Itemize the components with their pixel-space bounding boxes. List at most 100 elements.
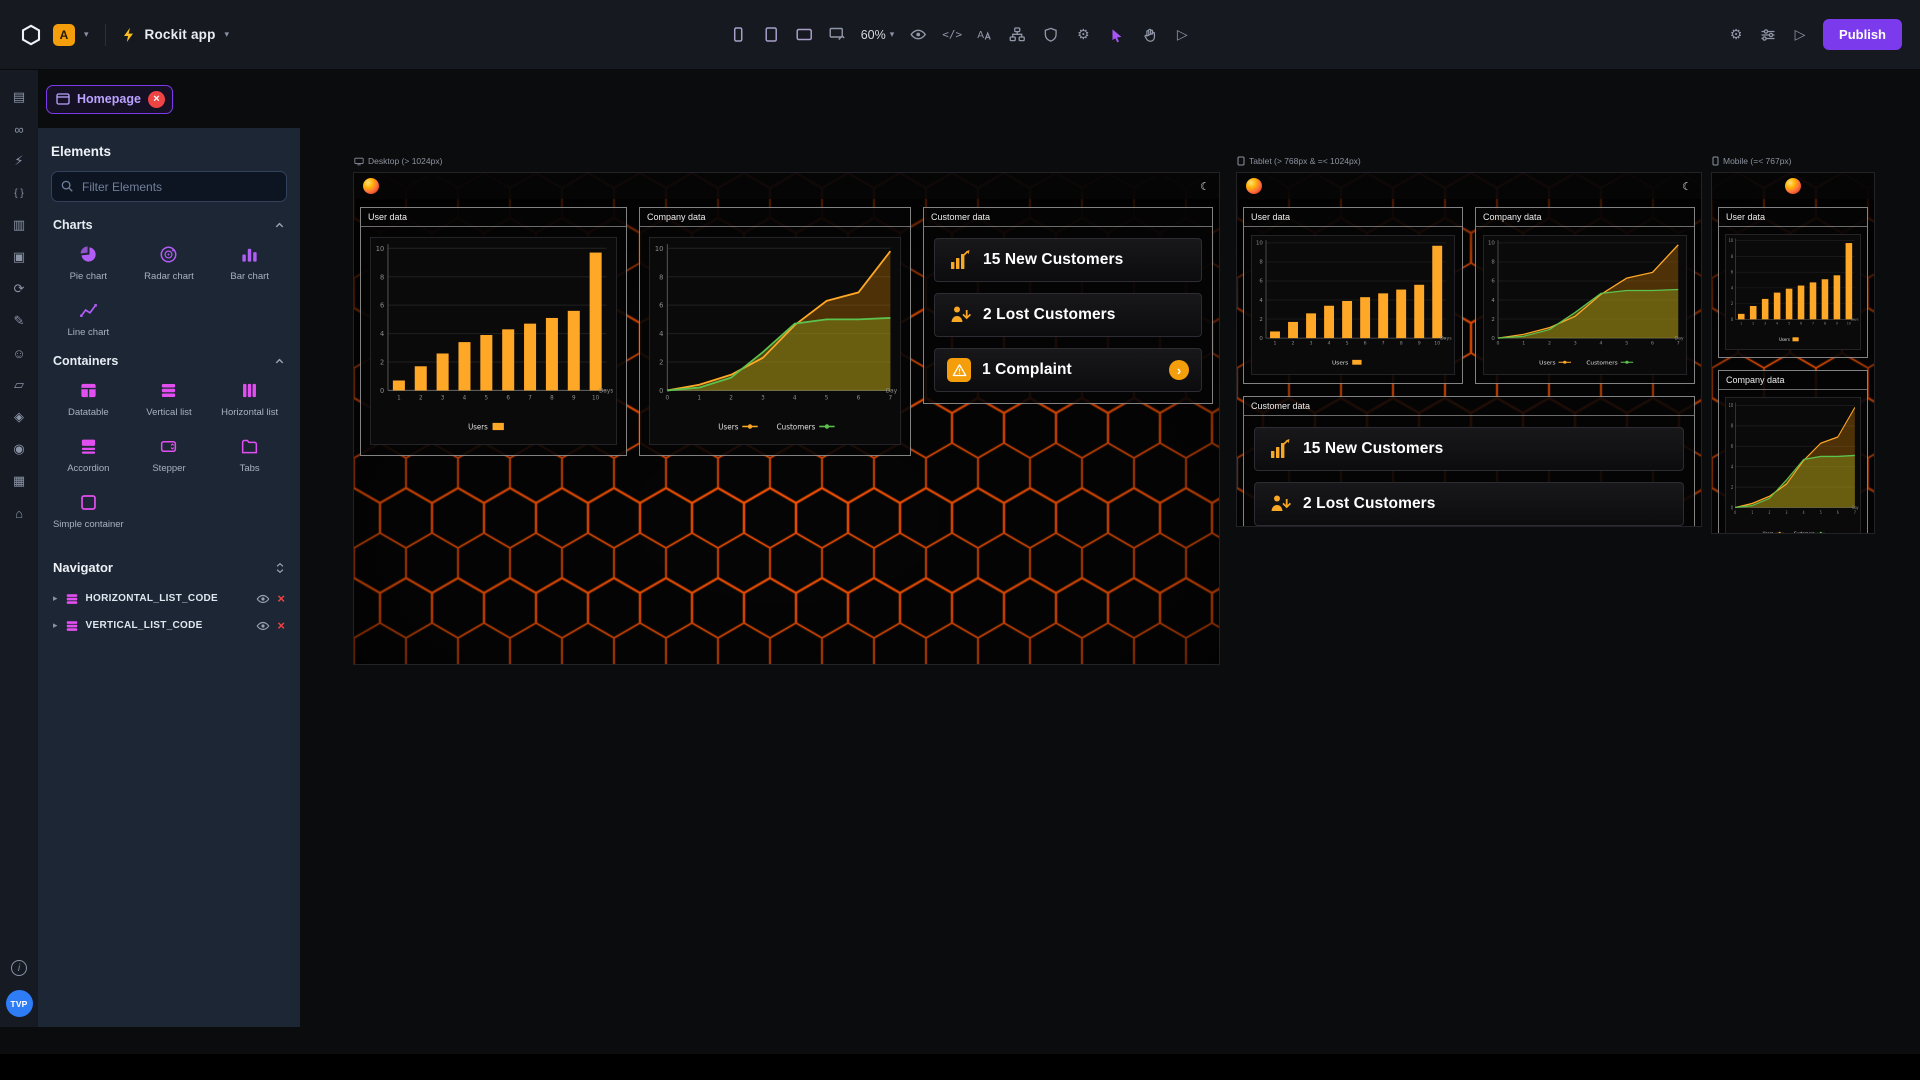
workspace-caret-icon[interactable]: ▾ [84, 30, 89, 39]
desktop-preview-icon[interactable] [795, 26, 813, 44]
svg-text:Users: Users [1779, 337, 1790, 342]
containers-section-header[interactable]: Containers [53, 354, 285, 368]
company-data-panel[interactable]: Company data 0 2 4 6 8 10 0 1 2 3 4 5 6 7Day Users Cust… [1475, 207, 1695, 384]
info-icon[interactable]: i [11, 960, 27, 976]
canvas[interactable]: Desktop (> 1024px) ☾ User data 0 2 4 6 8… [300, 128, 1920, 1054]
breakpoints-icon[interactable] [828, 26, 846, 44]
navigator-item-label: VERTICAL_LIST_CODE [85, 620, 203, 631]
bar-chart-icon [240, 244, 259, 264]
app-name[interactable]: Rockit app [145, 27, 216, 42]
card-arrow-button[interactable]: › [1169, 360, 1189, 380]
sync-icon[interactable]: ⟳ [0, 274, 38, 304]
element-stepper[interactable]: Stepper [132, 436, 207, 474]
files-icon[interactable]: ▱ [0, 370, 38, 400]
expand-chevron-icon[interactable]: ▸ [53, 593, 58, 604]
collections-icon[interactable]: ▥ [0, 210, 38, 240]
company-area-chart[interactable]: 0 2 4 6 8 10 0 1 2 3 4 5 6 7Day Users Customers [1725, 397, 1861, 533]
company-data-panel[interactable]: Company data 0 2 4 6 8 10 0 1 2 3 4 5 6 7Day Users Cust… [639, 207, 911, 456]
svg-text:8: 8 [1491, 260, 1494, 266]
sitemap-icon[interactable] [1008, 26, 1026, 44]
visibility-eye-icon[interactable] [256, 619, 270, 633]
element-tabs[interactable]: Tabs [212, 436, 287, 474]
element-line-chart[interactable]: Line chart [51, 300, 126, 338]
company-area-chart[interactable]: 0 2 4 6 8 10 0 1 2 3 4 5 6 7Day Users Customers [1483, 235, 1687, 375]
app-name-caret-icon[interactable]: ▾ [225, 30, 230, 39]
settings-gear-icon[interactable]: ⚙ [1074, 26, 1092, 44]
element-horizontal-list[interactable]: Horizontal list [212, 380, 287, 418]
variables-icon[interactable]: { } [0, 178, 38, 208]
company-area-chart[interactable]: 0 2 4 6 8 10 0 1 2 3 4 5 6 7Day Users Customers [649, 237, 901, 445]
workspace-badge[interactable]: A [53, 23, 75, 46]
element-simple-container[interactable]: Simple container [51, 492, 126, 530]
mobile-preview-icon[interactable] [729, 26, 747, 44]
workflows-icon[interactable]: ⚡ [0, 146, 38, 176]
lost-customers-card[interactable]: 2 Lost Customers [934, 293, 1202, 337]
marketplace-icon[interactable]: ⌂ [0, 498, 38, 528]
shield-icon[interactable] [1041, 26, 1059, 44]
user-bar-chart[interactable]: 0 2 4 6 8 10 1 2 3 4 5 6 7 8 9 10 Days Users [1251, 235, 1455, 375]
builder-logo-icon[interactable] [18, 22, 44, 48]
user-data-panel[interactable]: User data 0 2 4 6 8 10 1 2 3 4 5 6 7 8 9 10 Days Users [1243, 207, 1463, 384]
artboard-desktop[interactable]: Desktop (> 1024px) ☾ User data 0 2 4 6 8… [353, 156, 1220, 665]
artboard-mobile[interactable]: Mobile (=< 767px) User data 0 2 4 6 8 10… [1711, 156, 1875, 534]
users-icon[interactable]: ☺ [0, 338, 38, 368]
dark-mode-moon-icon[interactable]: ☾ [1200, 180, 1210, 193]
navigator-item-horizontal-list[interactable]: ▸ HORIZONTAL_LIST_CODE × [51, 585, 287, 612]
run-play-icon[interactable]: ▷ [1173, 26, 1191, 44]
design-icon[interactable]: ✎ [0, 306, 38, 336]
plugins-icon[interactable]: ◈ [0, 402, 38, 432]
user-data-panel[interactable]: User data 0 2 4 6 8 10 1 2 3 4 5 6 7 8 9 10 Days Users [1718, 207, 1868, 358]
customer-data-panel[interactable]: Customer data 15 New Customers 2 Lost Cu… [923, 207, 1213, 404]
assets-icon[interactable]: ▣ [0, 242, 38, 272]
lost-customers-card[interactable]: 2 Lost Customers [1254, 482, 1684, 526]
pages-icon[interactable]: ▤ [0, 82, 38, 112]
preview-eye-icon[interactable] [909, 26, 927, 44]
charts-section-header[interactable]: Charts [53, 218, 285, 232]
code-view-icon[interactable]: </> [942, 26, 962, 44]
customer-data-panel[interactable]: Customer data 15 New Customers 2 Lost Cu… [1243, 396, 1695, 526]
complaint-card[interactable]: 1 Complaint › [934, 348, 1202, 392]
expand-chevron-icon[interactable]: ▸ [53, 620, 58, 631]
organization-icon[interactable]: ▦ [0, 466, 38, 496]
svg-text:0: 0 [1734, 510, 1736, 516]
navigator-collapse-icon[interactable] [275, 562, 285, 574]
tab-homepage[interactable]: Homepage × [46, 84, 173, 114]
navigator-item-vertical-list[interactable]: ▸ VERTICAL_LIST_CODE × [51, 612, 287, 639]
element-datatable[interactable]: Datatable [51, 380, 126, 418]
user-data-panel[interactable]: User data 0 2 4 6 8 10 1 2 3 4 5 6 7 8 9 10 Days Users [360, 207, 627, 456]
preferences-sliders-icon[interactable] [1759, 26, 1777, 44]
user-avatar[interactable]: TVP [5, 990, 33, 1017]
hand-tool-icon[interactable] [1140, 26, 1158, 44]
artboard-tablet[interactable]: Tablet (> 768px & =< 1024px) ☾ User data [1236, 156, 1702, 527]
navigator-title: Navigator [53, 560, 113, 575]
svg-text:2: 2 [1731, 484, 1733, 491]
publish-button[interactable]: Publish [1823, 19, 1902, 50]
new-customers-card[interactable]: 15 New Customers [934, 238, 1202, 282]
delete-icon[interactable]: × [277, 591, 285, 606]
site-header: ☾ [354, 173, 1219, 199]
new-customers-card[interactable]: 15 New Customers [1254, 427, 1684, 471]
tab-close-icon[interactable]: × [147, 90, 165, 108]
tablet-preview-icon[interactable] [762, 26, 780, 44]
company-data-panel[interactable]: Company data 0 2 4 6 8 10 0 1 2 3 4 5 6 7Day Users Cust… [1718, 370, 1868, 533]
delete-icon[interactable]: × [277, 618, 285, 633]
element-radar-chart[interactable]: Radar chart [132, 244, 207, 282]
filter-elements-input[interactable] [51, 171, 287, 202]
svg-text:Users: Users [1539, 361, 1555, 367]
zoom-control[interactable]: 60% ▾ [861, 28, 895, 42]
element-accordion[interactable]: Accordion [51, 436, 126, 474]
app-settings-icon[interactable]: ⚙ [1727, 26, 1745, 44]
link-icon[interactable]: ∞ [0, 114, 38, 144]
user-bar-chart[interactable]: 0 2 4 6 8 10 1 2 3 4 5 6 7 8 9 10 Days Users [370, 237, 617, 445]
element-pie-chart[interactable]: Pie chart [51, 244, 126, 282]
visibility-eye-icon[interactable] [256, 592, 270, 606]
select-cursor-icon[interactable] [1107, 26, 1125, 44]
element-vertical-list[interactable]: Vertical list [132, 380, 207, 418]
element-bar-chart[interactable]: Bar chart [212, 244, 287, 282]
translate-icon[interactable]: A [975, 26, 993, 44]
dark-mode-moon-icon[interactable]: ☾ [1682, 180, 1692, 193]
preview-play-icon[interactable]: ▷ [1791, 26, 1809, 44]
profile-icon[interactable]: ◉ [0, 434, 38, 464]
body-row: ▤ ∞ ⚡ { } ▥ ▣ ⟳ ✎ ☺ ▱ ◈ ◉ ▦ ⌂ i TVP Home… [0, 70, 1920, 1054]
user-bar-chart[interactable]: 0 2 4 6 8 10 1 2 3 4 5 6 7 8 9 10 Days Users [1725, 234, 1861, 350]
